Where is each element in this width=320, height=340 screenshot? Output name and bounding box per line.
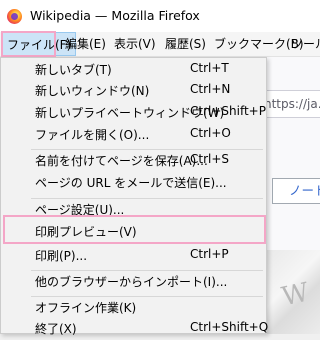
menu-edit[interactable]: 編集(E) [61,32,110,56]
menu-item-new-tab[interactable]: 新しいタブ(T) Ctrl+T [1,59,266,81]
menu-item-import[interactable]: 他のブラウザーからインポート(I)... [1,271,266,293]
menu-view[interactable]: 表示(V) [110,32,160,56]
menu-item-new-private-window[interactable]: 新しいプライベートウィンドウ(W) Ctrl+Shift+P [1,102,266,124]
menu-tools[interactable]: ツール [287,32,320,56]
title-bar: Wikipedia — Mozilla Firefox [0,0,320,32]
menu-item-page-setup[interactable]: ページ設定(U)... [1,199,266,221]
menu-bar: ファイル(F) 編集(E) 表示(V) 履歴(S) ブックマーク(B) ツール [0,32,320,57]
menu-item-label: 新しいウィンドウ(N) [35,84,150,98]
menu-item-shortcut: Ctrl+P [190,247,229,261]
menu-item-print[interactable]: 印刷(P)... Ctrl+P [1,245,266,267]
menu-item-label: 名前を付けてページを保存(A)... [35,154,208,168]
menu-item-shortcut: Ctrl+T [190,61,229,75]
file-menu-dropdown: 新しいタブ(T) Ctrl+T 新しいウィンドウ(N) Ctrl+N 新しいプラ… [0,57,268,336]
wikipedia-w-glyph-icon: W [279,277,312,313]
menu-item-shortcut: Ctrl+O [190,126,231,140]
menu-item-label: オフライン作業(K) [35,301,137,315]
firefox-logo-icon [7,9,22,24]
menu-item-label: 新しいタブ(T) [35,63,112,77]
menu-item-label: ページ設定(U)... [35,203,125,217]
menu-item-shortcut: Ctrl+N [190,82,231,96]
menu-item-shortcut: Ctrl+Shift+P [190,104,266,118]
menu-item-label: ページの URL をメールで送信(E)... [35,176,227,190]
menu-item-email-link[interactable]: ページの URL をメールで送信(E)... [1,172,266,194]
menu-history[interactable]: 履歴(S) [161,32,210,56]
menu-item-new-window[interactable]: 新しいウィンドウ(N) Ctrl+N [1,80,266,102]
menu-item-save-page-as[interactable]: 名前を付けてページを保存(A)... Ctrl+S [1,150,266,172]
menu-item-shortcut: Ctrl+S [190,152,230,166]
menu-item-label: 印刷(P)... [35,249,88,263]
menu-item-label: 終了(X) [35,322,77,336]
menu-item-open-file[interactable]: ファイルを開く(O)... Ctrl+O [1,124,266,146]
menu-item-work-offline[interactable]: オフライン作業(K) [1,297,266,319]
menu-item-label: ファイルを開く(O)... [35,128,150,142]
menu-item-label: 他のブラウザーからインポート(I)... [35,275,228,289]
menu-item-shortcut: Ctrl+Shift+Q [190,320,269,334]
menu-item-label: 印刷プレビュー(V) [35,225,137,239]
menu-item-exit[interactable]: 終了(X) Ctrl+Shift+Q [1,318,269,340]
menu-item-print-preview[interactable]: 印刷プレビュー(V) [1,221,266,243]
tab-talk[interactable]: ノート [272,178,320,204]
window-title: Wikipedia — Mozilla Firefox [30,8,200,23]
